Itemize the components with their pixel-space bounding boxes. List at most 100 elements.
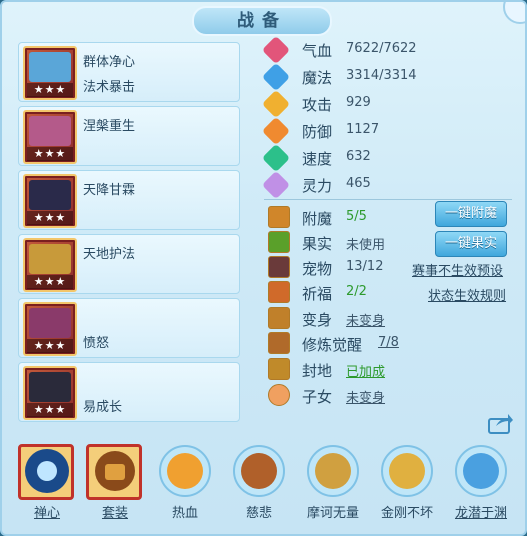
page-title: 战备 — [192, 6, 332, 36]
status-label: 祈福 — [302, 285, 333, 303]
stat-row-attack: 攻击 929 — [261, 89, 504, 119]
status-value[interactable]: 7/8 — [378, 335, 399, 350]
bottom-item-label: 热血 — [171, 506, 198, 521]
one-click-enchant-button[interactable]: 一键附魔 — [435, 201, 507, 227]
pet-icon — [268, 256, 290, 278]
status-value[interactable]: 未变身 — [346, 387, 385, 406]
stat-row-mp: 魔法 3314/3314 — [261, 62, 504, 92]
skill-icon-frame: ★★★ — [23, 302, 77, 356]
skill-art-icon — [29, 116, 71, 146]
rules-link[interactable]: 状态生效规则 — [428, 285, 506, 304]
bottom-item-mohe[interactable]: 摩诃无量 — [300, 442, 366, 524]
status-row-cultivate: 修炼觉醒 7/8 — [264, 332, 514, 356]
stat-label: 防御 — [302, 123, 333, 141]
skill-sub-name: 法术暴击 — [83, 80, 136, 95]
skill-card[interactable]: ★★★ 涅槃重生 — [18, 106, 240, 166]
skill-icon-frame: ★★★ — [23, 46, 77, 100]
stat-value: 632 — [346, 149, 371, 164]
stat-value: 929 — [346, 95, 371, 110]
status-label: 变身 — [302, 311, 333, 329]
preset-link[interactable]: 赛事不生效预设 — [412, 260, 503, 279]
bottom-item-longqian[interactable]: 龙潜于渊 — [448, 442, 514, 524]
skill-card[interactable]: ★★★ 易成长 — [18, 362, 240, 422]
status-row-fief: 封地 已加成 — [264, 358, 514, 382]
skill-icon-frame: ★★★ — [23, 110, 77, 164]
skill-art-icon — [29, 52, 71, 82]
status-value: 5/5 — [346, 209, 367, 224]
skill-icon-frame: ★★★ — [23, 174, 77, 228]
bottom-item-label: 禅心 — [33, 506, 60, 521]
jingang-icon — [381, 445, 433, 497]
stat-row-speed: 速度 632 — [261, 143, 504, 173]
bottom-item-label: 金刚不坏 — [380, 506, 433, 521]
skill-card[interactable]: ★★★ 天地护法 — [18, 234, 240, 294]
stat-value: 465 — [346, 176, 371, 191]
bottom-item-label: 慈悲 — [245, 506, 272, 521]
bottom-item-cibei[interactable]: 慈悲 — [226, 442, 292, 524]
status-row-transform: 变身 未变身 — [264, 307, 514, 331]
skill-sub-name: 愤怒 — [83, 336, 110, 351]
status-label: 子女 — [302, 388, 333, 406]
share-icon[interactable] — [488, 412, 514, 434]
battle-prep-panel: 战备 ★★★ 群体净心 法术暴击 ★★★ 涅槃重生 ★★★ 天降甘霖 ★★★ 天… — [0, 0, 527, 536]
divider — [264, 199, 512, 200]
bottom-item-label: 龙潜于渊 — [454, 506, 507, 521]
skill-card[interactable]: ★★★ 群体净心 法术暴击 — [18, 42, 240, 102]
skill-name: 群体净心 — [83, 55, 136, 70]
blessing-icon — [268, 281, 290, 303]
fruit-icon — [268, 231, 290, 253]
skill-stars: ★★★ — [27, 275, 73, 289]
skill-stars: ★★★ — [27, 339, 73, 353]
status-label: 修炼觉醒 — [302, 336, 363, 354]
skill-sub-name: 易成长 — [83, 400, 123, 415]
status-value[interactable]: 未变身 — [346, 310, 385, 329]
mana-icon — [261, 62, 291, 92]
status-value: 13/12 — [346, 259, 384, 274]
attack-icon — [261, 89, 291, 119]
stat-label: 魔法 — [302, 69, 333, 87]
skill-name: 涅槃重生 — [83, 119, 136, 134]
skill-stars: ★★★ — [27, 211, 73, 225]
bottom-item-label: 摩诃无量 — [306, 506, 359, 521]
status-label: 封地 — [302, 362, 333, 380]
shield-icon — [261, 116, 291, 146]
status-value[interactable]: 已加成 — [346, 361, 385, 380]
stat-row-spirit: 灵力 465 — [261, 170, 504, 200]
bottom-item-suit[interactable]: 套装 — [82, 442, 148, 524]
speed-icon — [261, 143, 291, 173]
child-icon — [268, 384, 290, 406]
spirit-icon — [261, 170, 291, 200]
one-click-fruit-button[interactable]: 一键果实 — [435, 231, 507, 257]
status-label: 宠物 — [302, 260, 333, 278]
skill-card[interactable]: ★★★ 天降甘霖 — [18, 170, 240, 230]
transform-icon — [268, 307, 290, 329]
skill-art-icon — [29, 308, 71, 338]
stat-label: 攻击 — [302, 96, 333, 114]
bottom-item-label: 套装 — [101, 506, 128, 521]
stat-label: 灵力 — [302, 177, 333, 195]
stat-label: 速度 — [302, 150, 333, 168]
status-value: 2/2 — [346, 284, 367, 299]
stat-label: 气血 — [302, 42, 333, 60]
bottom-item-chanxin[interactable]: 禅心 — [14, 442, 80, 524]
skill-name: 天地护法 — [83, 247, 136, 262]
stat-value: 1127 — [346, 122, 380, 137]
status-label: 附魔 — [302, 210, 333, 228]
rexue-icon — [159, 445, 211, 497]
chanxin-icon — [25, 449, 69, 493]
cultivate-icon — [268, 332, 290, 354]
skill-card[interactable]: ★★★ 愤怒 — [18, 298, 240, 358]
stat-value: 3314/3314 — [346, 68, 417, 83]
heart-icon — [261, 35, 291, 65]
mohe-icon — [307, 445, 359, 497]
bottom-item-rexue[interactable]: 热血 — [152, 442, 218, 524]
cibei-icon — [233, 445, 285, 497]
close-corner[interactable] — [503, 2, 525, 24]
skill-stars: ★★★ — [27, 147, 73, 161]
skill-art-icon — [29, 372, 71, 402]
stat-row-hp: 气血 7622/7622 — [261, 35, 504, 65]
status-row-child: 子女 未变身 — [264, 384, 514, 408]
status-value: 未使用 — [346, 238, 386, 253]
bottom-item-jingang[interactable]: 金刚不坏 — [374, 442, 440, 524]
stat-row-defense: 防御 1127 — [261, 116, 504, 146]
